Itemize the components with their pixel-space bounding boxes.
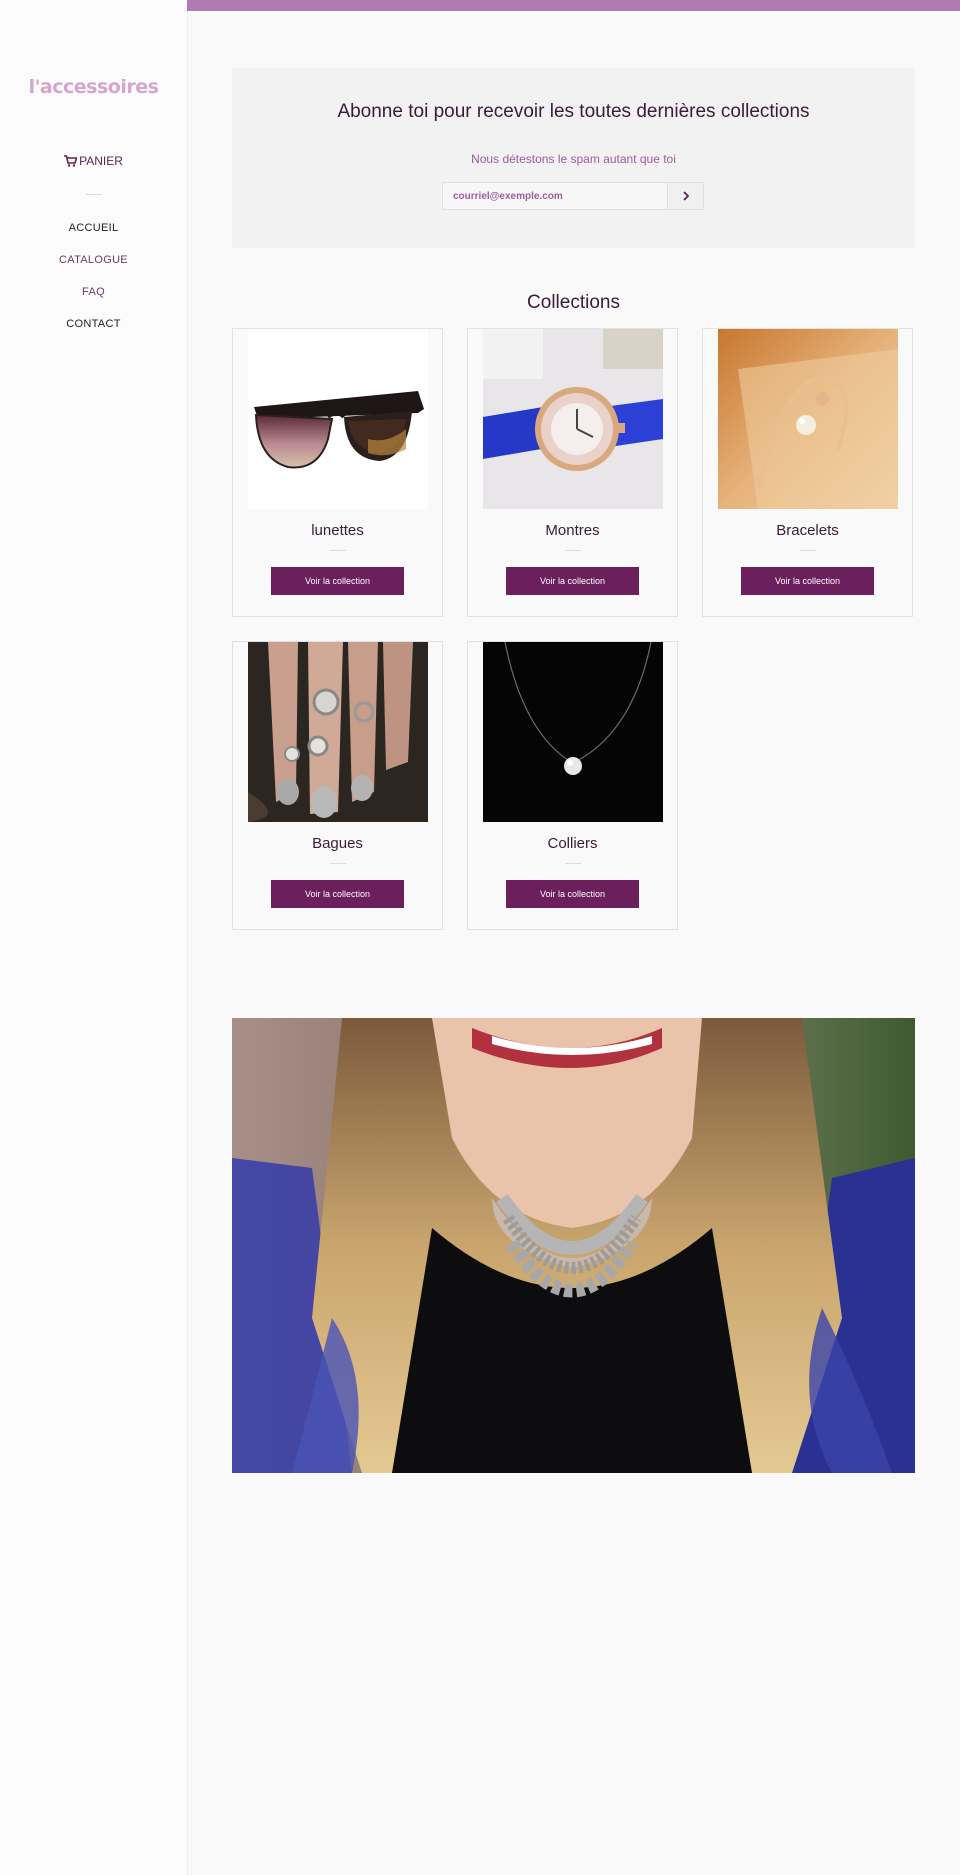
newsletter-section: Abonne toi pour recevoir les toutes dern… <box>232 68 915 248</box>
nav-item-accueil[interactable]: ACCUEIL <box>0 222 187 234</box>
view-collection-button[interactable]: Voir la collection <box>506 880 639 908</box>
bracelet-image[interactable] <box>718 329 898 509</box>
subscribe-button[interactable] <box>668 182 704 210</box>
card-divider <box>800 550 816 551</box>
cart-link[interactable]: PANIER <box>0 154 187 168</box>
sunglasses-image[interactable] <box>248 329 428 509</box>
sidebar: l'accessoires PANIER ACCUEIL CATALOGUE F… <box>0 0 188 1875</box>
view-collection-button[interactable]: Voir la collection <box>506 567 639 595</box>
nav-item-faq[interactable]: FAQ <box>0 286 187 298</box>
card-divider <box>330 863 346 864</box>
newsletter-title: Abonne toi pour recevoir les toutes dern… <box>337 101 810 122</box>
email-input[interactable] <box>442 182 668 210</box>
card-title: Bagues <box>312 835 363 852</box>
collection-card-colliers[interactable]: Colliers Voir la collection <box>467 641 678 930</box>
top-accent-bar <box>187 0 960 11</box>
card-divider <box>565 550 581 551</box>
newsletter-subtitle: Nous détestons le spam autant que toi <box>471 152 676 166</box>
view-collection-button[interactable]: Voir la collection <box>271 567 404 595</box>
card-title: Montres <box>545 522 600 539</box>
necklace-image[interactable] <box>483 642 663 822</box>
site-logo[interactable]: l'accessoires <box>0 76 187 98</box>
chevron-right-icon <box>682 191 689 201</box>
hero-image <box>232 1018 915 1473</box>
collection-card-lunettes[interactable]: lunettes Voir la collection <box>232 328 443 617</box>
collection-card-montres[interactable]: Montres Voir la collection <box>467 328 678 617</box>
card-title: Colliers <box>547 835 598 852</box>
nav-item-catalogue[interactable]: CATALOGUE <box>0 254 187 266</box>
cart-label: PANIER <box>79 154 123 168</box>
newsletter-form <box>442 182 706 212</box>
view-collection-button[interactable]: Voir la collection <box>741 567 874 595</box>
collections-title: Collections <box>527 292 620 313</box>
watch-image[interactable] <box>483 329 663 509</box>
collection-card-bracelets[interactable]: Bracelets Voir la collection <box>702 328 913 617</box>
collection-card-bagues[interactable]: Bagues Voir la collection <box>232 641 443 930</box>
cart-icon <box>64 155 78 167</box>
view-collection-button[interactable]: Voir la collection <box>271 880 404 908</box>
sidebar-divider <box>86 194 102 195</box>
rings-image[interactable] <box>248 642 428 822</box>
card-divider <box>330 550 346 551</box>
nav-item-contact[interactable]: CONTACT <box>0 318 187 330</box>
card-divider <box>565 863 581 864</box>
card-title: lunettes <box>311 522 364 539</box>
card-title: Bracelets <box>776 522 839 539</box>
